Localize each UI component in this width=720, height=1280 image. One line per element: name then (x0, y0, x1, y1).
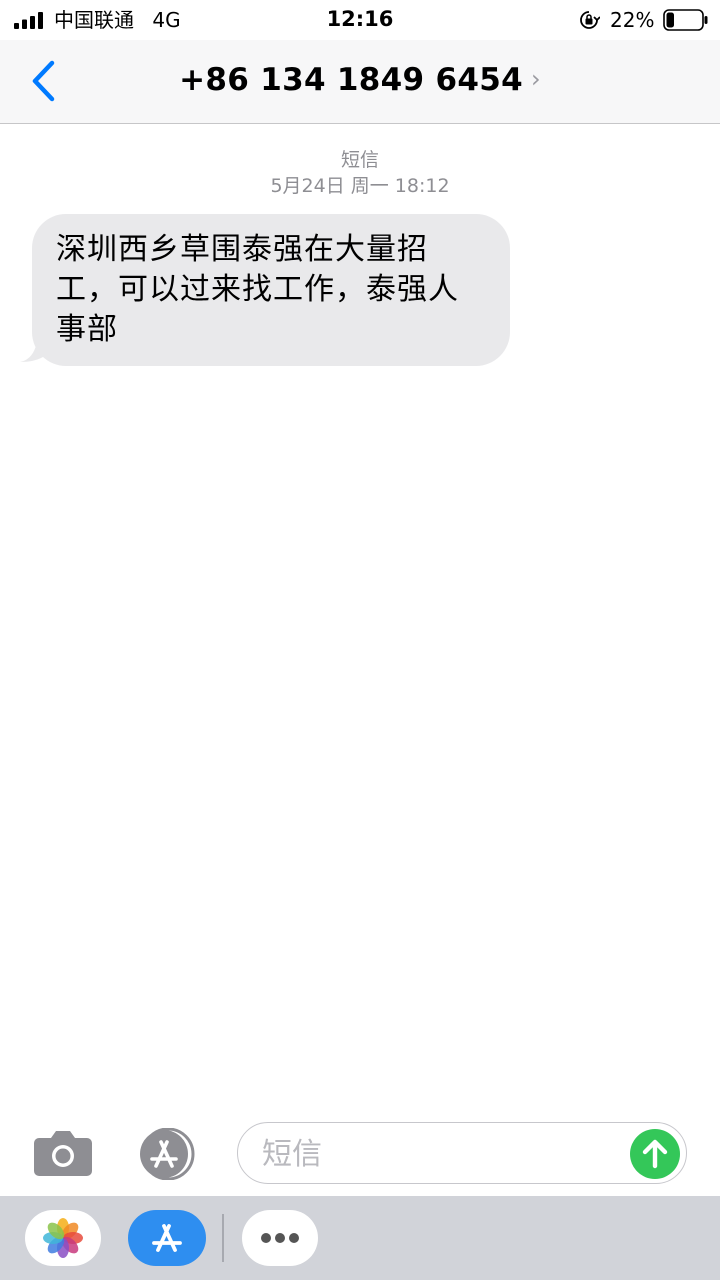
message-incoming[interactable]: 深圳西乡草围泰强在大量招工，可以过来找工作，泰强人事部 (20, 214, 510, 366)
message-input[interactable] (260, 1131, 624, 1177)
camera-icon[interactable] (33, 1128, 93, 1178)
app-store-icon (152, 1224, 182, 1252)
more-icon (261, 1233, 299, 1243)
status-bar: 中国联通 4G 12:16 22% (0, 0, 720, 40)
battery-icon (663, 9, 708, 31)
compose-bar (0, 1110, 720, 1196)
app-drawer (0, 1196, 720, 1280)
service-label: 短信 (340, 149, 379, 171)
message-timestamp: 5月24日 周一 18:12 (270, 175, 450, 197)
photos-app-button[interactable] (25, 1210, 101, 1266)
navigation-bar: +86 134 1849 6454 › (0, 40, 720, 124)
send-arrow-icon[interactable] (630, 1129, 680, 1179)
chevron-right-icon: › (530, 65, 541, 93)
message-bubble: 深圳西乡草围泰强在大量招工，可以过来找工作，泰强人事部 (32, 214, 510, 366)
drawer-divider (222, 1214, 224, 1262)
message-input-field[interactable] (237, 1122, 687, 1184)
contact-header[interactable]: +86 134 1849 6454 › (0, 60, 720, 102)
app-store-icon[interactable] (134, 1128, 204, 1180)
more-apps-button[interactable] (242, 1210, 318, 1266)
battery-percent: 22% (610, 8, 655, 32)
rotation-lock-icon (580, 11, 600, 29)
app-store-app-button[interactable] (128, 1210, 206, 1266)
contact-number: +86 134 1849 6454 (179, 62, 523, 98)
photos-icon (43, 1218, 83, 1258)
